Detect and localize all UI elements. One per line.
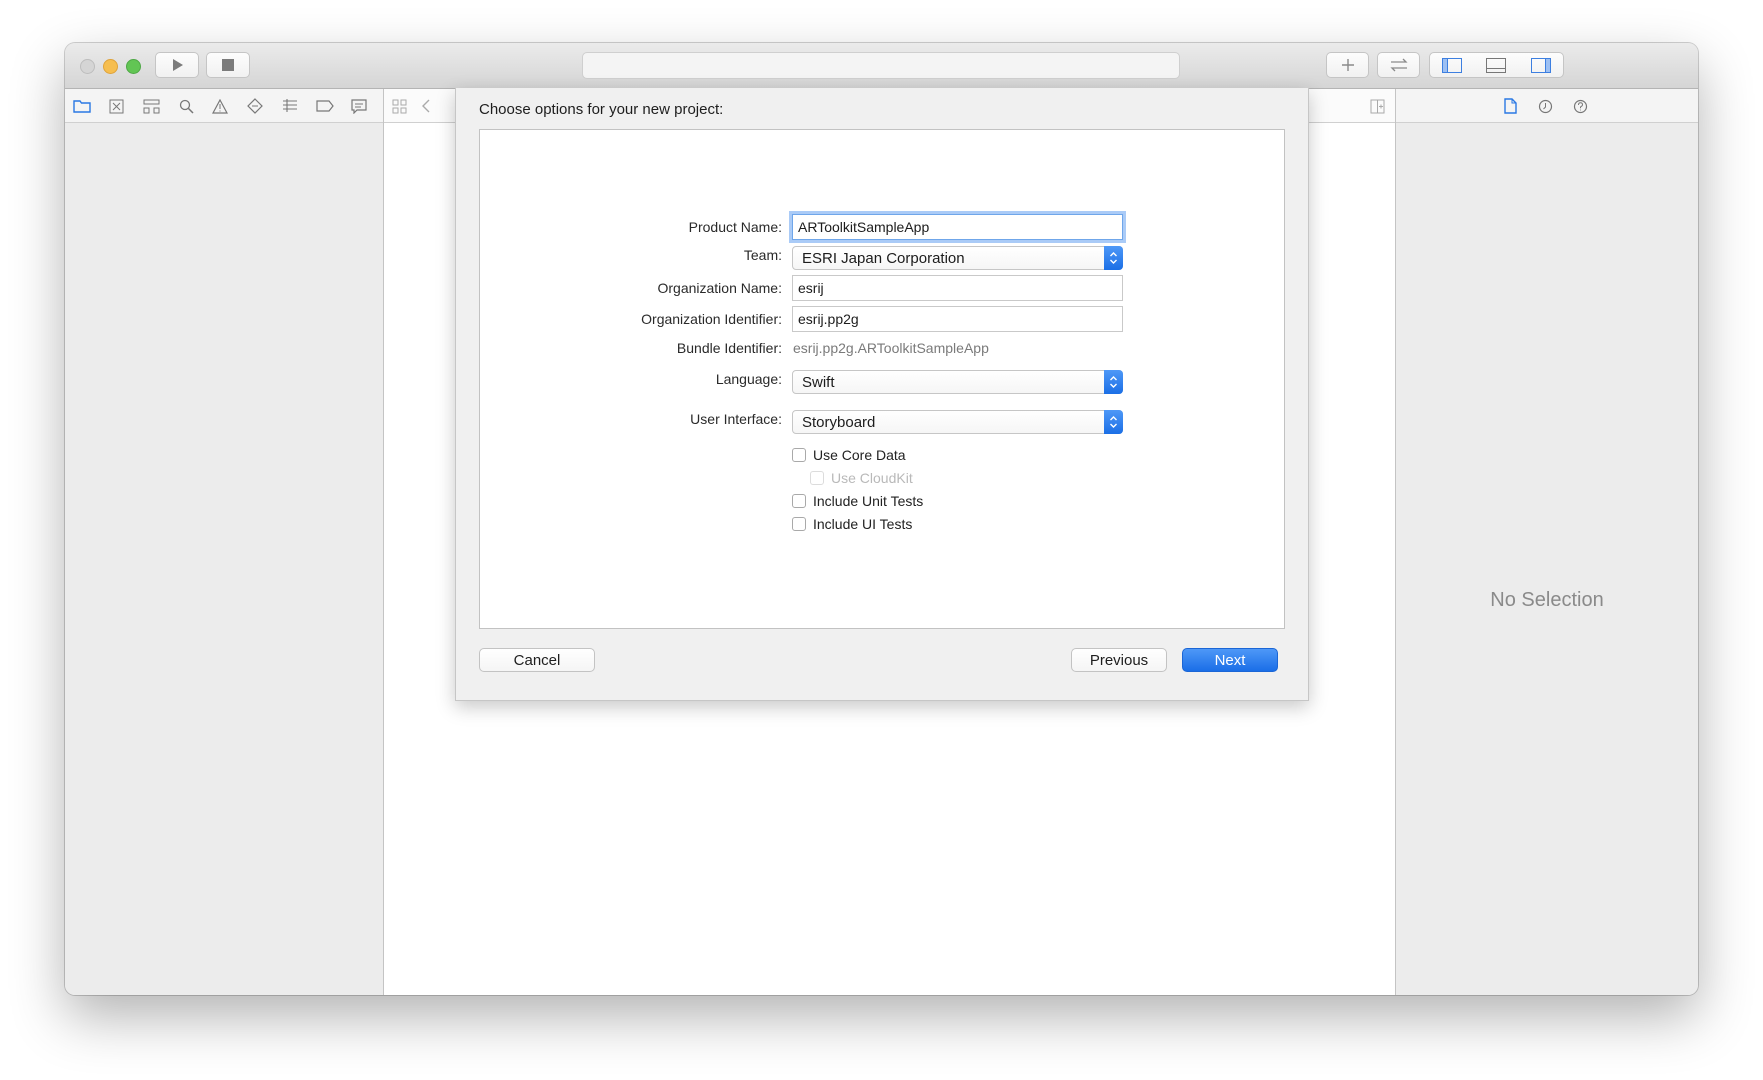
bundle-identifier-label: Bundle Identifier:	[676, 340, 782, 356]
no-selection-label: No Selection	[1490, 589, 1604, 611]
folder-icon[interactable]	[72, 96, 92, 116]
chevron-up-down-icon	[1104, 370, 1123, 394]
inspector-pane: No Selection	[1395, 89, 1698, 995]
activity-viewer	[582, 52, 1180, 79]
stop-button[interactable]	[206, 52, 250, 78]
previous-button[interactable]: Previous	[1071, 648, 1167, 672]
organization-name-label: Organization Name:	[657, 280, 782, 296]
checkbox-box[interactable]	[792, 448, 806, 462]
checkbox-box	[810, 471, 824, 485]
play-icon	[173, 59, 183, 71]
stop-icon	[222, 59, 234, 71]
bundle-identifier-value: esrij.pp2g.ARToolkitSampleApp	[793, 340, 989, 356]
team-popup[interactable]: ESRI Japan Corporation	[792, 246, 1123, 270]
organization-name-field[interactable]: esrij	[792, 275, 1123, 301]
grid-icon[interactable]	[389, 96, 409, 116]
user-interface-label: User Interface:	[690, 411, 782, 427]
minimize-window-button[interactable]	[103, 59, 118, 74]
use-core-data-label: Use Core Data	[813, 447, 906, 463]
comment-icon[interactable]	[349, 96, 369, 116]
panel-toggle-group	[1429, 52, 1564, 78]
include-unit-tests-label: Include Unit Tests	[813, 493, 924, 509]
language-label: Language:	[715, 371, 782, 387]
options-form: Product Name: ARToolkitSampleApp Team: E…	[479, 129, 1285, 629]
file-icon[interactable]	[1500, 96, 1520, 116]
include-unit-tests-checkbox[interactable]: Include Unit Tests	[792, 493, 923, 509]
inspector-selector-bar	[1396, 89, 1698, 123]
next-button[interactable]: Next	[1182, 648, 1278, 672]
hierarchy-icon[interactable]	[141, 96, 161, 116]
language-popup[interactable]: Swift	[792, 370, 1123, 394]
team-label: Team:	[743, 247, 782, 263]
back-icon[interactable]	[416, 96, 436, 116]
window-toolbar	[65, 43, 1698, 89]
checkbox-box[interactable]	[792, 494, 806, 508]
left-panel-icon[interactable]	[1442, 57, 1463, 73]
warning-icon[interactable]	[210, 96, 230, 116]
source-control-icon[interactable]	[106, 96, 126, 116]
search-icon[interactable]	[176, 96, 196, 116]
use-core-data-checkbox[interactable]: Use Core Data	[792, 447, 906, 463]
navigator-pane	[65, 123, 383, 995]
right-panel-icon[interactable]	[1530, 57, 1551, 73]
run-button[interactable]	[155, 52, 199, 78]
navigator-selector-bar	[65, 89, 383, 123]
use-cloudkit-label: Use CloudKit	[831, 470, 913, 486]
organization-identifier-label: Organization Identifier:	[641, 311, 782, 327]
use-cloudkit-checkbox: Use CloudKit	[810, 470, 913, 486]
history-icon[interactable]	[1535, 96, 1555, 116]
code-review-button[interactable]	[1377, 52, 1420, 78]
plus-icon	[1341, 59, 1354, 71]
list-icon[interactable]	[280, 96, 300, 116]
xcode-window: No Selection Choose options for your new…	[65, 43, 1698, 995]
product-name-label: Product Name:	[688, 219, 782, 235]
organization-identifier-field[interactable]: esrij.pp2g	[792, 306, 1123, 332]
user-interface-popup[interactable]: Storyboard	[792, 410, 1123, 434]
tag-icon[interactable]	[315, 96, 335, 116]
diamond-icon[interactable]	[245, 96, 265, 116]
chevron-up-down-icon	[1104, 246, 1123, 270]
help-icon[interactable]	[1570, 96, 1590, 116]
chevron-up-down-icon	[1104, 410, 1123, 434]
language-value: Swift	[802, 374, 835, 391]
team-value: ESRI Japan Corporation	[802, 250, 965, 267]
new-project-options-sheet: Choose options for your new project: Pro…	[455, 88, 1309, 701]
user-interface-value: Storyboard	[802, 414, 876, 431]
include-ui-tests-label: Include UI Tests	[813, 516, 913, 532]
include-ui-tests-checkbox[interactable]: Include UI Tests	[792, 516, 912, 532]
cancel-button[interactable]: Cancel	[479, 648, 595, 672]
library-button[interactable]	[1326, 52, 1369, 78]
close-window-button[interactable]	[80, 59, 95, 74]
swap-arrows-icon	[1389, 58, 1408, 72]
zoom-window-button[interactable]	[126, 59, 141, 74]
product-name-field[interactable]: ARToolkitSampleApp	[792, 214, 1123, 240]
split-icon[interactable]	[1367, 96, 1387, 116]
sheet-title: Choose options for your new project:	[479, 101, 724, 118]
bottom-panel-icon[interactable]	[1486, 57, 1507, 73]
checkbox-box[interactable]	[792, 517, 806, 531]
